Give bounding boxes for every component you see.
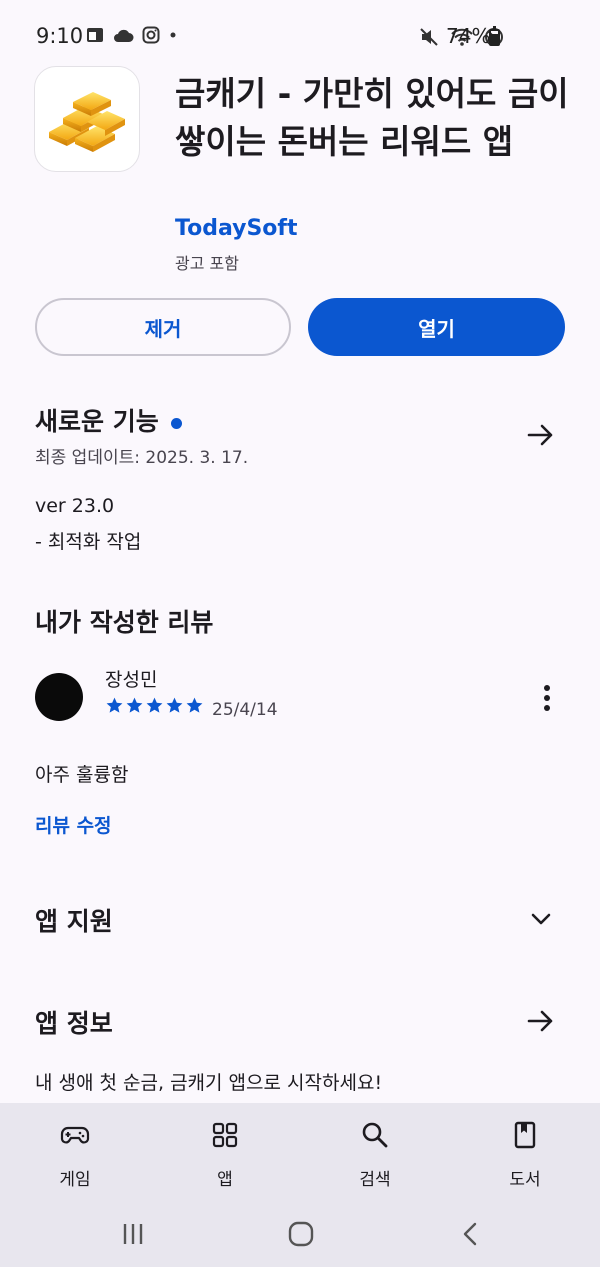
battery-level [491, 34, 498, 44]
app-icon [34, 66, 140, 172]
star-icon [126, 697, 143, 713]
battery-percent: 74% [446, 24, 491, 48]
review-text: 아주 훌륭함 [35, 764, 129, 786]
open-button[interactable]: 열기 [308, 298, 565, 356]
whats-new-title: 새로운 기능 [35, 407, 159, 436]
developer-link[interactable]: TodaySoft [175, 216, 298, 241]
nav-apps[interactable]: 앱 [165, 1103, 285, 1201]
release-notes: - 최적화 작업 [35, 531, 142, 553]
app-support-title[interactable]: 앱 지원 [35, 902, 113, 938]
app-description: 내 생애 첫 순금, 금캐기 앱으로 시작하세요! [35, 1072, 383, 1094]
arrow-right-icon[interactable] [525, 419, 557, 451]
whats-new-section[interactable]: 새로운 기능 [35, 402, 182, 438]
contains-ads-label: 광고 포함 [175, 254, 239, 273]
star-icon [166, 697, 183, 713]
star-icon [146, 697, 163, 713]
chevron-down-icon[interactable] [525, 903, 557, 935]
avatar [35, 673, 83, 721]
back-icon[interactable] [458, 1221, 482, 1247]
app-title: 금캐기 - 가만히 있어도 금이 쌓이는 돈버는 리워드 앱 [175, 74, 569, 161]
dot-icon [170, 32, 176, 38]
app-info-title[interactable]: 앱 정보 [35, 1004, 113, 1040]
search-icon [362, 1122, 388, 1148]
nav-apps-label: 앱 [217, 1170, 233, 1190]
status-left-icons [86, 26, 178, 44]
star-icon [186, 697, 203, 713]
battery-icon [489, 26, 500, 46]
nav-search[interactable]: 검색 [315, 1103, 435, 1201]
more-vert-icon[interactable] [536, 683, 558, 713]
mute-icon [420, 28, 438, 46]
system-navigation-bar [0, 1201, 600, 1267]
cloud-icon [114, 29, 134, 42]
nav-games-label: 게임 [59, 1170, 91, 1190]
new-indicator-dot [170, 417, 182, 429]
calendar-icon [87, 28, 103, 42]
book-icon [514, 1121, 536, 1149]
version-text: ver 23.0 [35, 495, 115, 517]
instagram-icon [142, 26, 160, 44]
status-bar: 9:10 74% [0, 0, 600, 74]
apps-grid-icon [212, 1122, 238, 1148]
my-review-title: 내가 작성한 리뷰 [35, 608, 214, 637]
nav-books[interactable]: 도서 [465, 1103, 585, 1201]
home-icon[interactable] [288, 1221, 314, 1247]
star-rating [105, 696, 204, 715]
edit-review-link[interactable]: 리뷰 수정 [35, 811, 112, 838]
nav-books-label: 도서 [509, 1170, 541, 1190]
gold-bars-icon [49, 92, 125, 152]
nav-games[interactable]: 게임 [15, 1103, 135, 1201]
gamepad-icon [60, 1126, 90, 1144]
reviewer-name: 장성민 [105, 669, 158, 691]
last-updated: 최종 업데이트: 2025. 3. 17. [35, 448, 249, 468]
bottom-navigation: 게임 앱 검색 도서 [0, 1103, 600, 1201]
status-time: 9:10 [36, 24, 84, 48]
nav-search-label: 검색 [359, 1170, 391, 1190]
star-icon [106, 697, 123, 713]
uninstall-button[interactable]: 제거 [35, 298, 291, 356]
review-date: 25/4/14 [212, 700, 278, 720]
arrow-right-icon[interactable] [525, 1005, 557, 1037]
recent-apps-icon[interactable] [120, 1221, 146, 1247]
